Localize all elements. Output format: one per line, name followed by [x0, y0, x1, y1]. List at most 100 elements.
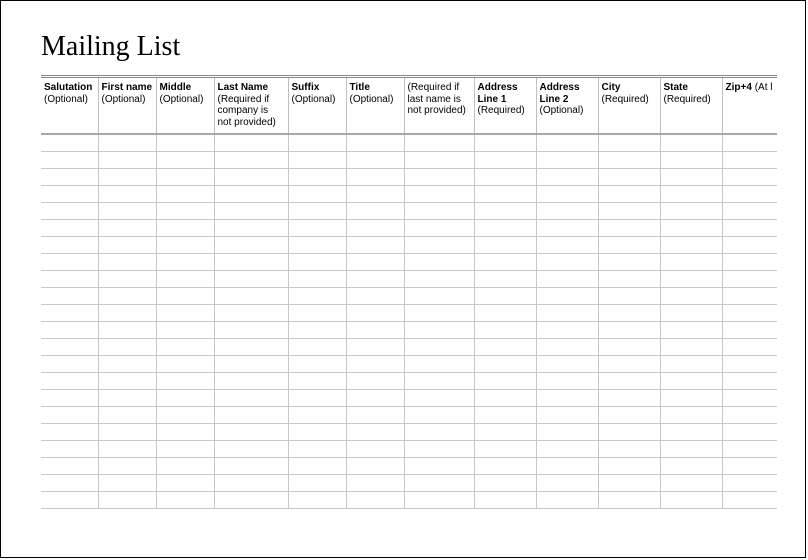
cell[interactable]	[722, 355, 777, 372]
cell[interactable]	[598, 474, 660, 491]
cell[interactable]	[41, 372, 98, 389]
cell[interactable]	[598, 151, 660, 168]
cell[interactable]	[722, 338, 777, 355]
cell[interactable]	[474, 457, 536, 474]
cell[interactable]	[660, 355, 722, 372]
cell[interactable]	[404, 168, 474, 185]
cell[interactable]	[536, 134, 598, 151]
cell[interactable]	[660, 304, 722, 321]
cell[interactable]	[288, 338, 346, 355]
cell[interactable]	[41, 355, 98, 372]
cell[interactable]	[156, 474, 214, 491]
cell[interactable]	[536, 406, 598, 423]
cell[interactable]	[288, 185, 346, 202]
cell[interactable]	[214, 355, 288, 372]
cell[interactable]	[41, 151, 98, 168]
cell[interactable]	[536, 355, 598, 372]
cell[interactable]	[722, 270, 777, 287]
cell[interactable]	[41, 321, 98, 338]
cell[interactable]	[214, 304, 288, 321]
cell[interactable]	[474, 474, 536, 491]
cell[interactable]	[598, 440, 660, 457]
cell[interactable]	[156, 491, 214, 508]
cell[interactable]	[288, 151, 346, 168]
cell[interactable]	[660, 457, 722, 474]
cell[interactable]	[214, 321, 288, 338]
cell[interactable]	[536, 474, 598, 491]
cell[interactable]	[98, 287, 156, 304]
cell[interactable]	[660, 423, 722, 440]
cell[interactable]	[346, 491, 404, 508]
cell[interactable]	[98, 406, 156, 423]
cell[interactable]	[346, 457, 404, 474]
cell[interactable]	[214, 372, 288, 389]
cell[interactable]	[346, 423, 404, 440]
cell[interactable]	[346, 270, 404, 287]
cell[interactable]	[598, 389, 660, 406]
cell[interactable]	[98, 151, 156, 168]
cell[interactable]	[156, 185, 214, 202]
cell[interactable]	[156, 423, 214, 440]
cell[interactable]	[41, 134, 98, 151]
cell[interactable]	[156, 440, 214, 457]
cell[interactable]	[536, 236, 598, 253]
cell[interactable]	[41, 406, 98, 423]
cell[interactable]	[346, 236, 404, 253]
cell[interactable]	[98, 355, 156, 372]
cell[interactable]	[98, 304, 156, 321]
cell[interactable]	[98, 168, 156, 185]
cell[interactable]	[346, 321, 404, 338]
cell[interactable]	[41, 185, 98, 202]
cell[interactable]	[288, 474, 346, 491]
cell[interactable]	[722, 321, 777, 338]
cell[interactable]	[404, 372, 474, 389]
cell[interactable]	[404, 389, 474, 406]
cell[interactable]	[214, 185, 288, 202]
cell[interactable]	[660, 287, 722, 304]
cell[interactable]	[722, 168, 777, 185]
cell[interactable]	[214, 134, 288, 151]
cell[interactable]	[346, 134, 404, 151]
cell[interactable]	[98, 474, 156, 491]
cell[interactable]	[346, 304, 404, 321]
cell[interactable]	[214, 168, 288, 185]
cell[interactable]	[346, 185, 404, 202]
cell[interactable]	[660, 134, 722, 151]
cell[interactable]	[536, 219, 598, 236]
cell[interactable]	[214, 270, 288, 287]
cell[interactable]	[98, 372, 156, 389]
cell[interactable]	[474, 372, 536, 389]
cell[interactable]	[41, 457, 98, 474]
cell[interactable]	[660, 202, 722, 219]
cell[interactable]	[722, 236, 777, 253]
cell[interactable]	[156, 321, 214, 338]
cell[interactable]	[474, 304, 536, 321]
cell[interactable]	[41, 219, 98, 236]
cell[interactable]	[156, 338, 214, 355]
cell[interactable]	[156, 372, 214, 389]
cell[interactable]	[722, 134, 777, 151]
cell[interactable]	[404, 253, 474, 270]
cell[interactable]	[41, 270, 98, 287]
cell[interactable]	[404, 474, 474, 491]
cell[interactable]	[288, 406, 346, 423]
cell[interactable]	[598, 168, 660, 185]
cell[interactable]	[598, 321, 660, 338]
cell[interactable]	[41, 338, 98, 355]
cell[interactable]	[404, 236, 474, 253]
cell[interactable]	[288, 440, 346, 457]
cell[interactable]	[346, 253, 404, 270]
cell[interactable]	[722, 423, 777, 440]
cell[interactable]	[156, 270, 214, 287]
cell[interactable]	[41, 389, 98, 406]
cell[interactable]	[536, 440, 598, 457]
cell[interactable]	[660, 236, 722, 253]
cell[interactable]	[156, 406, 214, 423]
cell[interactable]	[474, 287, 536, 304]
cell[interactable]	[660, 440, 722, 457]
cell[interactable]	[660, 372, 722, 389]
cell[interactable]	[156, 219, 214, 236]
cell[interactable]	[156, 355, 214, 372]
cell[interactable]	[346, 287, 404, 304]
cell[interactable]	[598, 338, 660, 355]
